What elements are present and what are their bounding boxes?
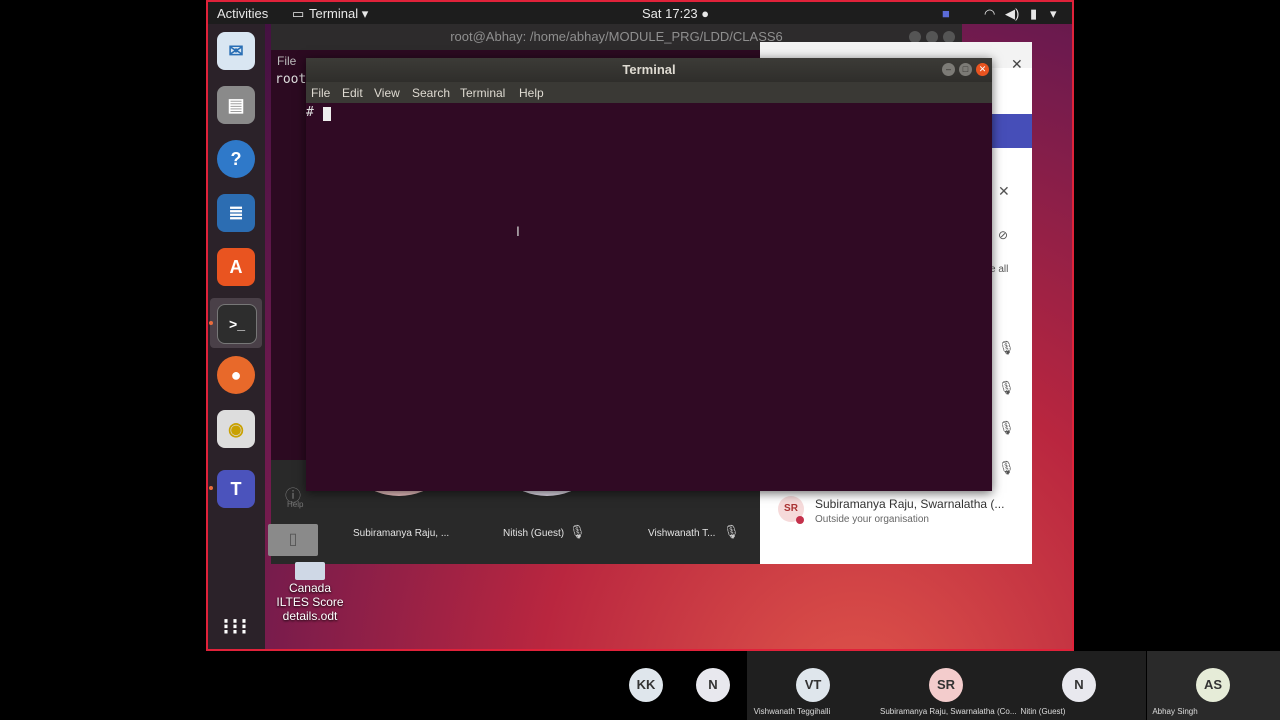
battery-icon[interactable]: ▮ [1030, 6, 1037, 22]
menu-file[interactable]: File [311, 86, 330, 100]
status-badge [796, 516, 804, 524]
file-label-line: details.odt [282, 609, 338, 623]
desktop-file[interactable]: Canada ILTES Score details.odt [268, 562, 352, 623]
file-label-line: Canada [288, 581, 332, 595]
maximize-icon[interactable]: □ [959, 63, 972, 76]
mic-off-icon: 🎙︎ [569, 524, 586, 539]
running-indicator [209, 321, 213, 325]
app-menu[interactable]: Terminal ▾ [309, 6, 368, 22]
show-apps-icon[interactable]: ⁝⁝⁝ [217, 608, 255, 646]
teams-tray-icon[interactable]: ■ [942, 6, 950, 21]
help-label: Help [287, 500, 304, 509]
mic-off-icon: 🎙︎ [998, 340, 1015, 355]
menu-edit[interactable]: Edit [342, 86, 363, 100]
rhythmbox-icon[interactable]: ◉ [217, 410, 255, 448]
window-title: Terminal [306, 58, 992, 82]
partial-text: e all [990, 264, 1009, 275]
document-icon [295, 562, 325, 580]
shell-prompt: # [306, 105, 314, 120]
link-icon[interactable]: ⊘ [998, 228, 1008, 242]
file-label-line: ILTES Score [276, 595, 344, 609]
close-icon[interactable]: ✕ [976, 63, 989, 76]
mic-off-icon: 🎙︎ [723, 524, 740, 539]
terminal-dock-icon[interactable]: >_ [217, 304, 257, 344]
terminal-body[interactable]: # I [306, 103, 992, 491]
tile-name: Subiramanya Raju, ... [353, 528, 450, 539]
software-center-icon[interactable]: A [217, 248, 255, 286]
dock: ✉ ▤ ? ≣ A >_ ● ◉ T ⁝⁝⁝ [208, 24, 265, 649]
volume-icon[interactable]: ◀) [1005, 6, 1019, 22]
menu-bar: File Edit View Search Terminal Help [306, 82, 992, 103]
tile-name: Vishwanath T... [648, 528, 716, 539]
files-icon[interactable]: ▤ [217, 86, 255, 124]
tile-name: Nitish (Guest) [503, 528, 565, 539]
top-bar: Activities ▭ Terminal ▾ Sat 17:23 ● ■ ◠ … [208, 2, 1072, 24]
button[interactable] [992, 114, 1032, 148]
participant-name: Abhay Singh [1152, 707, 1198, 716]
participant-name: Vishwanath Teggihalli [753, 707, 831, 716]
close-icon[interactable]: ✕ [1011, 56, 1023, 73]
avatar[interactable]: VT [796, 668, 830, 702]
avatar[interactable]: SR [929, 668, 963, 702]
menu-view[interactable]: View [374, 86, 400, 100]
participant-subtitle: Outside your organisation [815, 514, 929, 525]
menu-terminal[interactable]: Terminal [460, 86, 505, 100]
participant-name[interactable]: Subiramanya Raju, Swarnalatha (... [815, 497, 1004, 511]
device-button[interactable]: ▯ [268, 524, 318, 556]
avatar[interactable]: N [696, 668, 730, 702]
menu-help[interactable]: Help [519, 86, 544, 100]
menu-search[interactable]: Search [412, 86, 450, 100]
avatar[interactable]: N [1062, 668, 1096, 702]
teams-icon[interactable]: T [217, 470, 255, 508]
terminal-output: root [275, 72, 307, 87]
minimize-icon[interactable]: – [942, 63, 955, 76]
system-menu-chevron-icon[interactable]: ▾ [1050, 6, 1057, 22]
terminal-icon: ▭ [292, 6, 305, 21]
menu-file[interactable]: File [277, 54, 296, 68]
mic-off-icon: 🎙︎ [998, 420, 1015, 435]
clock[interactable]: Sat 17:23 ● [642, 6, 709, 21]
shared-screen: Activities ▭ Terminal ▾ Sat 17:23 ● ■ ◠ … [206, 0, 1074, 651]
terminal-window[interactable]: Terminal – □ ✕ File Edit View Search Ter… [306, 58, 992, 491]
firefox-icon[interactable]: ● [217, 356, 255, 394]
writer-icon[interactable]: ≣ [217, 194, 255, 232]
avatar[interactable]: KK [629, 668, 663, 702]
avatar[interactable]: AS [1196, 668, 1230, 702]
participant-name: Nitin (Guest) [1020, 707, 1066, 716]
mic-off-icon: 🎙︎ [998, 380, 1015, 395]
ibeam-cursor-icon: I [516, 223, 520, 239]
thunderbird-icon[interactable]: ✉ [217, 32, 255, 70]
text-cursor [323, 107, 331, 121]
participant-name: Subiramanya Raju, Swarnalatha (Co... [880, 707, 1017, 716]
help-icon[interactable]: ? [217, 140, 255, 178]
mic-off-icon: 🎙︎ [998, 460, 1015, 475]
activities-button[interactable]: Activities [217, 6, 268, 21]
running-indicator [209, 486, 213, 490]
close-icon[interactable]: ✕ [998, 183, 1010, 200]
wifi-icon[interactable]: ◠ [984, 6, 995, 22]
